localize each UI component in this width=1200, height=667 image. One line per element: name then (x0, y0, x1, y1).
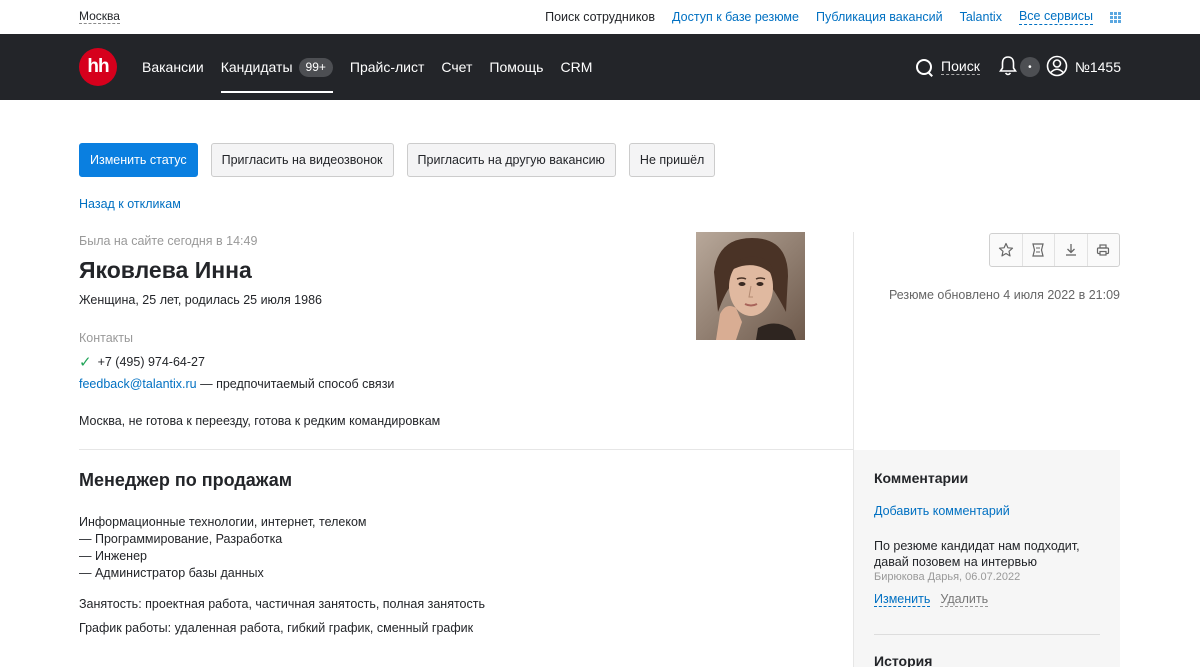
email-row: feedback@talantix.ru — предпочитаемый сп… (79, 377, 394, 391)
no-show-button[interactable]: Не пришёл (628, 143, 716, 177)
change-status-button[interactable]: Изменить статус (79, 143, 198, 177)
comments-panel: Комментарии Добавить комментарий По резю… (854, 450, 1120, 667)
nav-item-vacancies[interactable]: Вакансии (142, 34, 204, 100)
toplink-talantix[interactable]: Talantix (960, 10, 1002, 25)
bookmark-icon[interactable] (1023, 234, 1055, 266)
contacts-heading: Контакты (79, 331, 133, 345)
comment-author: Бирюкова Дарья, 06.07.2022 (874, 571, 1021, 583)
verified-check-icon: ✓ (79, 354, 92, 371)
resume-updated-text: Резюме обновлено 4 июля 2022 в 21:09 (888, 288, 1120, 302)
toplink-employee-search[interactable]: Поиск сотрудников (545, 10, 655, 25)
nav-right: Поиск • №1455 (915, 34, 1121, 100)
search-link[interactable]: Поиск (941, 59, 980, 75)
nav-item-label: Помощь (489, 59, 544, 75)
email-link[interactable]: feedback@talantix.ru (79, 377, 197, 391)
search-icon[interactable] (915, 58, 933, 76)
download-icon[interactable] (1055, 234, 1088, 266)
toplink-resume-access[interactable]: Доступ к базе резюме (672, 10, 799, 25)
employment-text: Занятость: проектная работа, частичная з… (79, 597, 485, 611)
comments-divider (874, 634, 1100, 635)
specialization-item: — Администратор базы данных (79, 566, 264, 580)
edit-comment-link[interactable]: Изменить (874, 592, 931, 607)
candidates-count-badge: 99+ (298, 57, 333, 77)
nav-item-label: CRM (560, 59, 593, 75)
toplink-vacancy-publishing[interactable]: Публикация вакансий (816, 10, 943, 25)
hh-logo[interactable]: hh (79, 48, 117, 86)
nav-item-price-list[interactable]: Прайс-лист (350, 34, 425, 100)
section-divider (79, 449, 853, 450)
specialization-item: — Инженер (79, 549, 147, 563)
position-title: Менеджер по продажам (79, 470, 293, 490)
comment-actions: Изменить Удалить (874, 592, 989, 607)
star-icon[interactable] (990, 234, 1023, 266)
email-preferred-note: — предпочитаемый способ связи (196, 377, 395, 391)
schedule-text: График работы: удаленная работа, гибкий … (79, 621, 474, 635)
nav-item-crm[interactable]: CRM (560, 34, 592, 100)
phone-number[interactable]: +7 (495) 974-64-27 (98, 355, 205, 369)
nav-item-label: Кандидаты (220, 59, 293, 75)
nav-item-label: Прайс-лист (349, 59, 425, 75)
back-to-responses-link[interactable]: Назад к откликам (79, 197, 181, 211)
top-links: Поиск сотрудников Доступ к базе резюме П… (528, 9, 1121, 25)
invite-other-vacancy-button[interactable]: Пригласить на другую вакансию (406, 143, 616, 177)
top-strip: Москва Поиск сотрудников Доступ к базе р… (0, 0, 1200, 34)
print-icon[interactable] (1088, 234, 1120, 266)
candidate-meta: Женщина, 25 лет, родилась 25 июля 1986 (79, 293, 322, 307)
comments-title: Комментарии (874, 470, 969, 486)
candidate-photo (696, 232, 805, 340)
apps-grid-icon[interactable] (1110, 11, 1121, 23)
phone-row: ✓ +7 (495) 974-64-27 (79, 353, 205, 371)
resume-tools (989, 233, 1120, 267)
industry-text: Информационные технологии, интернет, тел… (79, 515, 367, 529)
main-navbar: hh Вакансии Кандидаты 99+ Прайс-лист Сче… (0, 34, 1200, 100)
specialization-item: — Программирование, Разработка (79, 532, 283, 546)
candidate-location: Москва, не готова к переезду, готова к р… (79, 414, 441, 428)
comment-text: По резюме кандидат нам подходит, давай п… (874, 539, 1080, 569)
toplink-all-services[interactable]: Все сервисы (1018, 9, 1093, 25)
nav-item-label: Счет (441, 59, 473, 75)
bell-icon[interactable] (998, 55, 1018, 80)
nav-item-candidates[interactable]: Кандидаты 99+ (220, 34, 334, 100)
candidate-actions: Изменить статус Пригласить на видеозвоно… (79, 143, 728, 177)
user-icon[interactable] (1046, 55, 1068, 80)
nav-menu: Вакансии Кандидаты 99+ Прайс-лист Счет П… (142, 34, 609, 100)
city-selector[interactable]: Москва (79, 10, 120, 24)
history-title: История (874, 653, 933, 667)
nav-item-help[interactable]: Помощь (489, 34, 543, 100)
delete-comment-link[interactable]: Удалить (940, 592, 989, 607)
add-comment-link[interactable]: Добавить комментарий (874, 504, 1010, 518)
account-number[interactable]: №1455 (1075, 59, 1121, 75)
candidate-name: Яковлева Инна (79, 257, 252, 283)
last-seen-text: Была на сайте сегодня в 14:49 (79, 234, 258, 248)
specializations: Информационные технологии, интернет, тел… (79, 514, 367, 582)
nav-item-invoice[interactable]: Счет (441, 34, 472, 100)
invite-video-call-button[interactable]: Пригласить на видеозвонок (210, 143, 394, 177)
nav-item-label: Вакансии (142, 59, 204, 75)
notifications-badge: • (1019, 57, 1040, 77)
